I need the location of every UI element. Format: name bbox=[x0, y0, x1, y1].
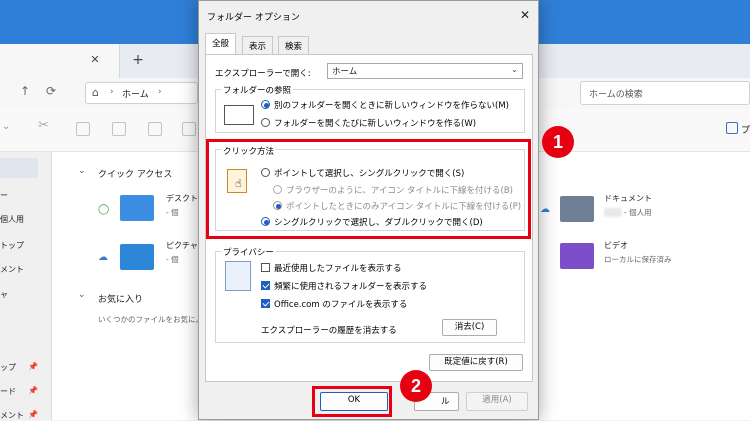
videos-folder-icon[interactable] bbox=[560, 243, 594, 269]
checkbox-recent-files[interactable] bbox=[261, 263, 270, 272]
documents-item-name[interactable]: ドキュメント bbox=[604, 193, 652, 204]
chevron-down-icon[interactable]: ⌄ bbox=[2, 121, 10, 132]
close-icon[interactable]: ✕ bbox=[517, 7, 533, 23]
checkbox-recent-files-label[interactable]: 最近使用したファイルを表示する bbox=[274, 262, 402, 274]
desktop-item-sub: - 個 bbox=[166, 208, 179, 217]
tab-general[interactable]: 全般 bbox=[205, 33, 237, 55]
pictures-item-sub: - 個 bbox=[166, 255, 179, 264]
sidebar-selected-home[interactable] bbox=[0, 158, 38, 178]
share-icon[interactable] bbox=[182, 122, 196, 136]
highlight-ok-button bbox=[312, 386, 392, 417]
checkbox-frequent-folders[interactable] bbox=[261, 281, 270, 290]
sidebar-item[interactable]: トップ bbox=[0, 240, 24, 251]
chevron-down-icon[interactable]: ⌄ bbox=[511, 65, 518, 74]
tab-search[interactable]: 検索 bbox=[278, 36, 310, 54]
clear-history-button[interactable]: 消去(C) bbox=[442, 319, 497, 336]
sidebar-item[interactable]: メント bbox=[0, 264, 24, 275]
radio-same-window[interactable] bbox=[261, 100, 270, 109]
pin-icon: 📌 bbox=[28, 362, 38, 371]
toolbar-right-label[interactable]: プ bbox=[741, 123, 750, 136]
rename-icon[interactable] bbox=[148, 122, 162, 136]
pictures-folder-icon[interactable] bbox=[120, 244, 154, 270]
documents-folder-icon[interactable] bbox=[560, 196, 594, 222]
radio-new-window-label[interactable]: フォルダーを開くたびに新しいウィンドウを作る(W) bbox=[274, 117, 476, 129]
clear-history-label: エクスプローラーの履歴を消去する bbox=[261, 326, 397, 336]
checkbox-office-files[interactable] bbox=[261, 299, 270, 308]
radio-same-window-label[interactable]: 別のフォルダーを開くときに新しいウィンドウを作らない(M) bbox=[274, 99, 509, 111]
videos-item-name[interactable]: ビデオ bbox=[604, 240, 628, 251]
paste-icon[interactable] bbox=[112, 122, 126, 136]
sidebar-item[interactable]: ード bbox=[0, 386, 16, 397]
copy-icon[interactable] bbox=[76, 122, 90, 136]
synced-status-icon: ◯ bbox=[98, 204, 110, 215]
privacy-document-icon bbox=[225, 261, 251, 291]
sidebar-item[interactable]: メント bbox=[0, 410, 24, 421]
cloud-icon: ☁ bbox=[540, 204, 550, 215]
privacy-title: プライバシー bbox=[221, 246, 276, 258]
pin-icon: 📌 bbox=[28, 410, 38, 419]
restore-defaults-button[interactable]: 既定値に戻す(R) bbox=[429, 354, 523, 371]
chevron-down-icon[interactable]: ⌄ bbox=[78, 166, 86, 176]
chevron-down-icon[interactable]: ⌄ bbox=[78, 290, 86, 300]
cloud-icon: ☁ bbox=[98, 252, 108, 263]
window-preview-icon bbox=[224, 105, 254, 125]
sidebar-item[interactable]: ップ bbox=[0, 362, 16, 373]
breadcrumb-separator-icon: › bbox=[110, 87, 114, 97]
home-icon: ⌂ bbox=[92, 86, 99, 99]
refresh-icon[interactable]: ⟳ bbox=[46, 84, 56, 98]
quick-access-header[interactable]: クイック アクセス bbox=[98, 167, 172, 180]
cut-icon[interactable]: ✂ bbox=[38, 118, 49, 133]
up-arrow-icon[interactable]: ↑ bbox=[20, 84, 30, 98]
cancel-button-label: ル bbox=[441, 397, 450, 407]
favorites-header[interactable]: お気に入り bbox=[98, 292, 143, 305]
close-tab-icon[interactable]: ✕ bbox=[88, 53, 102, 67]
sidebar-item[interactable]: ー bbox=[0, 190, 8, 201]
explorer-tab[interactable] bbox=[0, 44, 120, 78]
sidebar-item[interactable]: ャ bbox=[0, 289, 8, 300]
address-box[interactable]: ⌂ › ホーム › bbox=[85, 82, 198, 104]
radio-new-window[interactable] bbox=[261, 118, 270, 127]
videos-item-sub: ローカルに保存済み bbox=[604, 255, 672, 264]
search-input[interactable]: ホームの検索 bbox=[580, 81, 750, 105]
checkbox-office-files-label[interactable]: Office.com のファイルを表示する bbox=[274, 298, 407, 310]
pictures-item-name[interactable]: ピクチャ bbox=[166, 240, 198, 251]
documents-item-sub: - 個人用 bbox=[624, 208, 652, 217]
checkbox-frequent-folders-label[interactable]: 頻繁に使用されるフォルダーを表示する bbox=[274, 280, 427, 292]
apply-button[interactable]: 適用(A) bbox=[466, 392, 528, 411]
browse-folders-title: フォルダーの参照 bbox=[221, 84, 294, 96]
breadcrumb-home[interactable]: ホーム bbox=[122, 87, 149, 100]
desktop-folder-icon[interactable] bbox=[120, 195, 154, 221]
dialog-title: フォルダー オプション bbox=[207, 13, 300, 23]
step-badge-2: 2 bbox=[400, 370, 432, 402]
tab-view[interactable]: 表示 bbox=[242, 36, 274, 54]
highlight-click-items bbox=[206, 139, 531, 239]
step-badge-1: 1 bbox=[542, 126, 574, 158]
blurred-text bbox=[604, 208, 622, 217]
pin-icon: 📌 bbox=[28, 386, 38, 395]
breadcrumb-separator-icon: › bbox=[158, 87, 162, 97]
open-explorer-label: エクスプローラーで開く: bbox=[215, 69, 311, 79]
sidebar-item[interactable]: 個人用 bbox=[0, 214, 24, 225]
details-pane-icon[interactable] bbox=[726, 122, 738, 134]
new-tab-icon[interactable]: + bbox=[131, 52, 145, 68]
open-explorer-select[interactable]: ホーム bbox=[327, 63, 523, 79]
